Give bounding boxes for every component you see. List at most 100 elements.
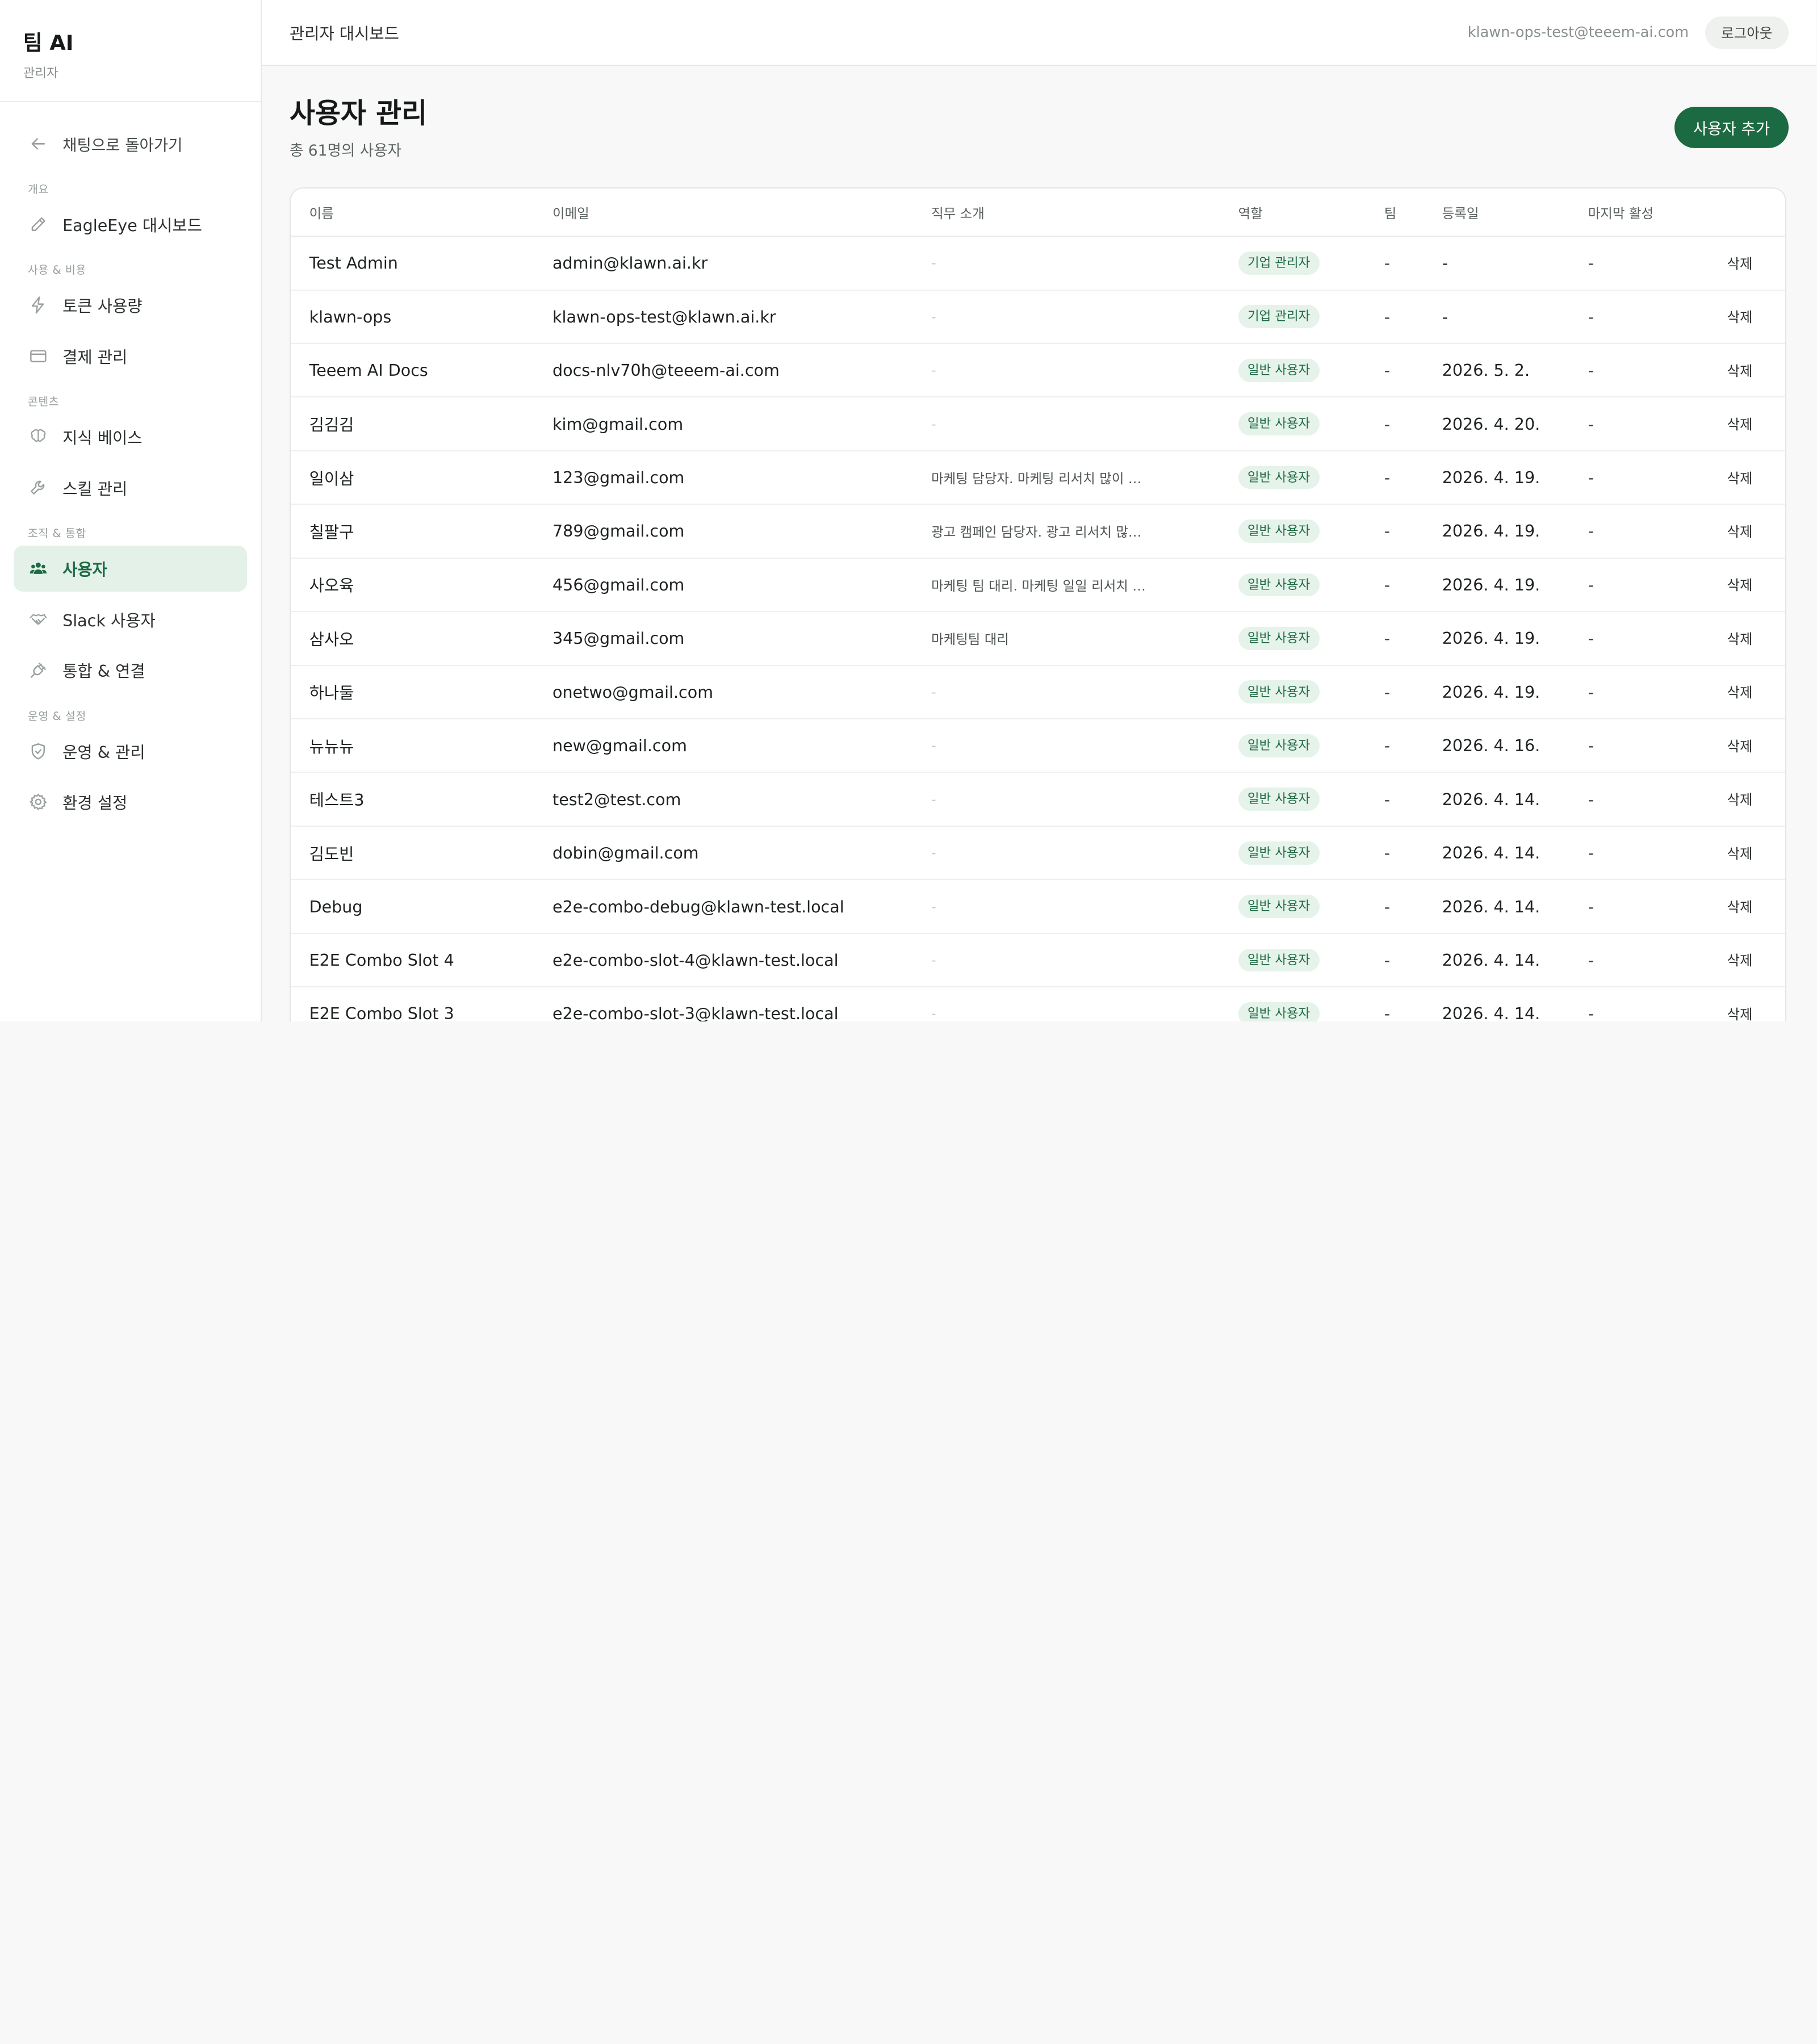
table-row[interactable]: Teeem AI Docs docs-nlv70h@teeem-ai.com - 일반… <box>290 343 1785 398</box>
table-row[interactable]: 김김김 kim@gmail.com - 일반 사용자 -2026. 4. 20. - 삭제 <box>290 397 1785 451</box>
role-badge: 일반 사용자 <box>1238 895 1320 918</box>
back-to-chat-link[interactable]: 채팅으로 돌아가기 <box>14 120 246 167</box>
user-name-cell: Debug <box>290 879 534 934</box>
team-cell: - <box>1366 290 1424 344</box>
delete-user-button[interactable]: 삭제 <box>1727 309 1752 325</box>
user-email-cell: 345@gmail.com <box>534 611 913 666</box>
sidebar-item-operations[interactable]: 운영 & 관리 <box>14 728 246 774</box>
job-description-cell: - <box>912 719 1220 773</box>
table-row[interactable]: 사오육 456@gmail.com 마케팅 팀 대리. 마케팅 일일 리서치 … 일반… <box>290 558 1785 613</box>
sidebar-item-label: 사용자 <box>62 559 107 579</box>
user-name-cell: 김김김 <box>290 397 534 451</box>
delete-user-button[interactable]: 삭제 <box>1727 523 1752 540</box>
plug-icon <box>28 660 49 681</box>
sidebar-item-billing[interactable]: 결제 관리 <box>14 333 246 379</box>
page-heading-group: 사용자 관리 총 61명의 사용자 <box>290 96 427 160</box>
column-header-role[interactable]: 역할 <box>1220 189 1366 237</box>
table-row[interactable]: 하나둘 onetwo@gmail.com - 일반 사용자 -2026. 4. 19. -… <box>290 665 1785 720</box>
users-table: 이름 이메일 직무 소개 역할 팀 등록일 마지막 활성 Test Admin a… <box>290 189 1785 1022</box>
logout-button[interactable]: 로그아웃 <box>1705 16 1789 49</box>
table-row[interactable]: 삼사오 345@gmail.com 마케팅팀 대리 일반 사용자 -2026. 4. 1… <box>290 611 1785 666</box>
sidebar-item-users[interactable]: 사용자 <box>14 545 247 592</box>
role-badge: 기업 관리자 <box>1238 251 1320 275</box>
sidebar-item-tokens[interactable]: 토큰 사용량 <box>14 282 246 329</box>
user-email-cell: new@gmail.com <box>534 719 913 773</box>
user-email-cell: e2e-combo-slot-4@klawn-test.local <box>534 933 913 988</box>
column-header-registered[interactable]: 등록일 <box>1424 189 1570 237</box>
table-row[interactable]: Debug e2e-combo-debug@klawn-test.local - 일반… <box>290 879 1785 934</box>
delete-user-button[interactable]: 삭제 <box>1727 738 1752 755</box>
role-badge: 일반 사용자 <box>1238 788 1320 811</box>
section-label-content: 콘텐츠 <box>27 395 60 409</box>
delete-user-button[interactable]: 삭제 <box>1727 631 1752 647</box>
column-header-last-active[interactable]: 마지막 활성 <box>1569 189 1693 237</box>
topbar: 관리자 대시보드 klawn-ops-test@teeem-ai.com 로그아… <box>262 0 1816 66</box>
delete-user-button[interactable]: 삭제 <box>1727 952 1752 969</box>
arrow-left-icon <box>28 133 49 154</box>
actions-cell: 삭제 <box>1692 558 1785 613</box>
role-cell: 일반 사용자 <box>1220 826 1366 881</box>
actions-cell: 삭제 <box>1692 611 1785 666</box>
sidebar-item-integrations[interactable]: 통합 & 연결 <box>14 647 246 694</box>
sidebar-item-skills[interactable]: 스킬 관리 <box>14 464 246 511</box>
team-cell: - <box>1366 826 1424 881</box>
sidebar-item-knowledge[interactable]: 지식 베이스 <box>14 414 246 460</box>
column-header-job-description[interactable]: 직무 소개 <box>912 189 1220 237</box>
delete-user-button[interactable]: 삭제 <box>1727 363 1752 379</box>
sidebar-item-slack-users[interactable]: Slack 사용자 <box>14 596 246 643</box>
delete-user-button[interactable]: 삭제 <box>1727 577 1752 593</box>
section-label-usage: 사용 & 비용 <box>27 263 86 277</box>
topbar-title: 관리자 대시보드 <box>289 23 399 43</box>
job-description-cell: - <box>912 665 1220 720</box>
table-row[interactable]: 뉴뉴뉴 new@gmail.com - 일반 사용자 -2026. 4. 16. - 삭제 <box>290 719 1785 773</box>
table-header-row: 이름 이메일 직무 소개 역할 팀 등록일 마지막 활성 <box>290 189 1785 237</box>
add-user-button[interactable]: 사용자 추가 <box>1674 106 1789 149</box>
delete-user-button[interactable]: 삭제 <box>1727 256 1752 272</box>
registered-date-cell: 2026. 4. 14. <box>1424 987 1570 1022</box>
role-badge: 일반 사용자 <box>1238 680 1320 704</box>
user-name-cell: klawn-ops <box>290 290 534 344</box>
delete-user-button[interactable]: 삭제 <box>1727 470 1752 487</box>
last-active-cell: - <box>1569 719 1693 773</box>
delete-user-button[interactable]: 삭제 <box>1727 684 1752 701</box>
app-root: 팀 AI 관리자 채팅으로 돌아가기 개요 EagleEye 대시보드 사용 &… <box>0 0 1816 1022</box>
table-row[interactable]: Test Admin admin@klawn.ai.kr - 기업 관리자 - - - 삭제 <box>290 236 1785 291</box>
registered-date-cell: 2026. 4. 20. <box>1424 397 1570 451</box>
sidebar-item-eagleeye[interactable]: EagleEye 대시보드 <box>14 201 246 248</box>
shield-icon <box>28 741 49 762</box>
delete-user-button[interactable]: 삭제 <box>1727 845 1752 862</box>
last-active-cell: - <box>1569 290 1693 344</box>
user-name-cell: 테스트3 <box>290 772 534 827</box>
table-row[interactable]: 테스트3 test2@test.com - 일반 사용자 -2026. 4. 14. - 삭… <box>290 772 1785 827</box>
table-row[interactable]: klawn-ops klawn-ops-test@klawn.ai.kr - 기업 관… <box>290 290 1785 344</box>
last-active-cell: - <box>1569 450 1693 505</box>
column-header-email[interactable]: 이메일 <box>534 189 913 237</box>
last-active-cell: - <box>1569 397 1693 451</box>
section-label-org: 조직 & 통합 <box>27 527 86 541</box>
table-row[interactable]: 일이삼 123@gmail.com 마케팅 담당자. 마케팅 리서치 많이 … 일반 … <box>290 450 1785 505</box>
delete-user-button[interactable]: 삭제 <box>1727 791 1752 808</box>
user-name-cell: 김도빈 <box>290 826 534 881</box>
team-cell: - <box>1366 987 1424 1022</box>
table-row[interactable]: E2E Combo Slot 4 e2e-combo-slot-4@klawn-t… <box>290 933 1785 988</box>
brand-subtitle: 관리자 <box>23 66 58 81</box>
job-description-cell: 마케팅팀 대리 <box>912 611 1220 666</box>
sidebar-item-settings[interactable]: 환경 설정 <box>14 779 246 826</box>
handshake-icon <box>28 609 49 630</box>
table-row[interactable]: E2E Combo Slot 3 e2e-combo-slot-3@klawn-t… <box>290 987 1785 1022</box>
column-header-name[interactable]: 이름 <box>290 189 534 237</box>
role-badge: 일반 사용자 <box>1238 626 1320 650</box>
delete-user-button[interactable]: 삭제 <box>1727 416 1752 433</box>
table-row[interactable]: 김도빈 dobin@gmail.com - 일반 사용자 -2026. 4. 14. - 삭… <box>290 826 1785 881</box>
job-description-cell: - <box>912 879 1220 934</box>
column-header-team[interactable]: 팀 <box>1366 189 1424 237</box>
sidebar-item-label: Slack 사용자 <box>62 610 156 630</box>
delete-user-button[interactable]: 삭제 <box>1727 1006 1752 1021</box>
table-row[interactable]: 칠팔구 789@gmail.com 광고 캠페인 담당자. 광고 리서치 많… 일반 … <box>290 504 1785 559</box>
role-cell: 기업 관리자 <box>1220 236 1366 291</box>
section-label-overview: 개요 <box>27 183 49 196</box>
brand-title: 팀 AI <box>23 30 74 55</box>
user-name-cell: Teeem AI Docs <box>290 343 534 398</box>
main-area: 관리자 대시보드 klawn-ops-test@teeem-ai.com 로그아… <box>262 0 1816 1022</box>
delete-user-button[interactable]: 삭제 <box>1727 899 1752 915</box>
